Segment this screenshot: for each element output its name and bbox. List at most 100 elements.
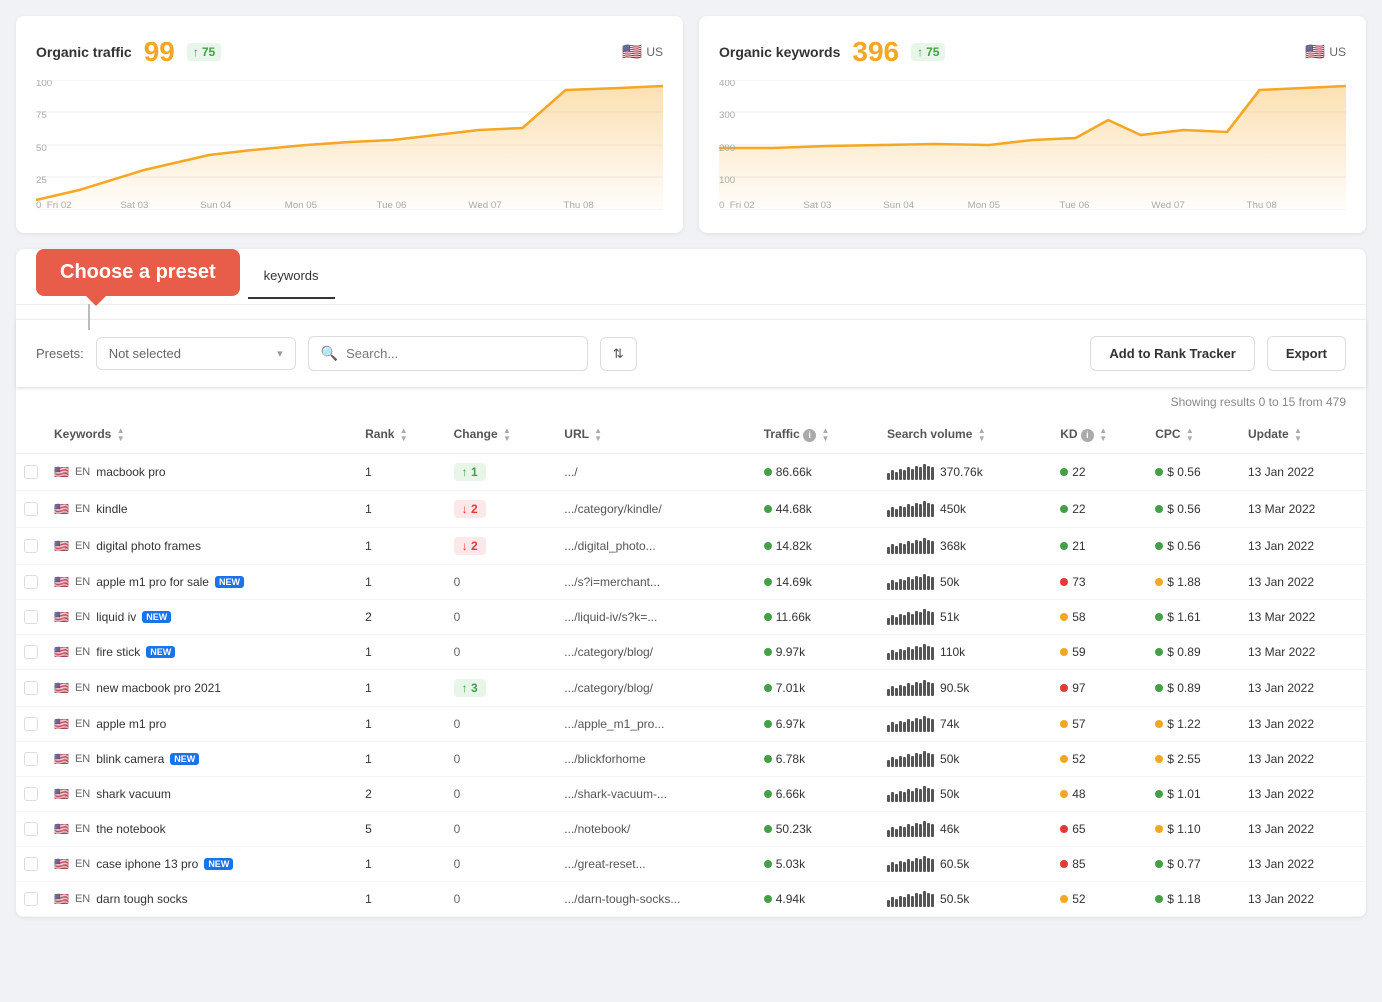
change-zero: 0 (454, 575, 461, 589)
url-cell[interactable]: .../darn-tough-socks... (556, 882, 755, 917)
update-cell: 13 Mar 2022 (1240, 491, 1366, 528)
row-checkbox[interactable] (24, 645, 38, 659)
flag-emoji: 🇺🇸 (54, 645, 69, 659)
rank-cell: 1 (357, 882, 446, 917)
cpc-cell: $ 0.56 (1147, 454, 1240, 491)
svg-text:Thu 08: Thu 08 (564, 200, 594, 210)
sv-cell: 50k (879, 777, 1052, 812)
cpc-cell: $ 1.01 (1147, 777, 1240, 812)
row-checkbox[interactable] (24, 539, 38, 553)
sort-filter-button[interactable]: ⇅ (600, 337, 637, 371)
update-cell: 13 Jan 2022 (1240, 882, 1366, 917)
svg-text:Sat 03: Sat 03 (120, 200, 148, 210)
cpc-value: $ 1.18 (1167, 892, 1200, 906)
url-cell[interactable]: .../liquid-iv/s?k=... (556, 600, 755, 635)
traffic-cell: 7.01k (756, 670, 879, 707)
arrow-up-icon: ↑ (193, 45, 199, 59)
kd-dot (1060, 860, 1068, 868)
kd-info-icon[interactable]: i (1081, 429, 1094, 442)
cpc-dot (1155, 825, 1163, 833)
url-cell[interactable]: .../category/blog/ (556, 635, 755, 670)
row-checkbox[interactable] (24, 857, 38, 871)
url-cell[interactable]: .../category/kindle/ (556, 491, 755, 528)
row-checkbox[interactable] (24, 681, 38, 695)
row-checkbox[interactable] (24, 502, 38, 516)
url-cell[interactable]: .../notebook/ (556, 812, 755, 847)
traffic-value: 50.23k (776, 822, 812, 836)
url-cell[interactable]: .../shark-vacuum-... (556, 777, 755, 812)
cpc-cell: $ 0.56 (1147, 491, 1240, 528)
row-checkbox[interactable] (24, 787, 38, 801)
traffic-info-icon[interactable]: i (803, 429, 816, 442)
table-row: 🇺🇸 EN shark vacuum 20.../shark-vacuum-..… (16, 777, 1366, 812)
flag-emoji: 🇺🇸 (54, 892, 69, 906)
update-cell: 13 Mar 2022 (1240, 635, 1366, 670)
url-cell[interactable]: .../s?i=merchant... (556, 565, 755, 600)
svg-text:Fri 02: Fri 02 (47, 200, 72, 210)
tab-keywords[interactable]: keywords (248, 254, 335, 299)
rank-cell: 1 (357, 635, 446, 670)
kd-dot (1060, 825, 1068, 833)
row-checkbox[interactable] (24, 717, 38, 731)
cpc-value: $ 1.10 (1167, 822, 1200, 836)
url-cell[interactable]: .../category/blog/ (556, 670, 755, 707)
row-checkbox[interactable] (24, 610, 38, 624)
cpc-dot (1155, 720, 1163, 728)
change-cell: 0 (446, 777, 557, 812)
add-to-rank-tracker-button[interactable]: Add to Rank Tracker (1090, 336, 1254, 371)
th-cpc[interactable]: CPC ▲▼ (1147, 417, 1240, 454)
keyword-cell: 🇺🇸 EN blink camera NEW (46, 742, 357, 777)
row-checkbox[interactable] (24, 752, 38, 766)
th-change[interactable]: Change ▲▼ (446, 417, 557, 454)
traffic-value: 14.82k (776, 539, 812, 553)
row-checkbox[interactable] (24, 892, 38, 906)
search-input[interactable] (346, 346, 575, 361)
url-cell[interactable]: .../great-reset... (556, 847, 755, 882)
search-box[interactable]: 🔍 (308, 336, 588, 371)
svg-text:Sat 03: Sat 03 (803, 200, 831, 210)
traffic-cell: 11.66k (756, 600, 879, 635)
th-update[interactable]: Update ▲▼ (1240, 417, 1366, 454)
row-checkbox[interactable] (24, 822, 38, 836)
table-row: 🇺🇸 EN kindle 1↓ 2.../category/kindle/44.… (16, 491, 1366, 528)
th-url[interactable]: URL ▲▼ (556, 417, 755, 454)
row-checkbox[interactable] (24, 465, 38, 479)
svg-text:100: 100 (36, 80, 52, 88)
table-row: 🇺🇸 EN liquid iv NEW 20.../liquid-iv/s?k=… (16, 600, 1366, 635)
kd-dot (1060, 684, 1068, 692)
sv-value: 110k (940, 645, 965, 659)
url-cell[interactable]: .../blickforhome (556, 742, 755, 777)
traffic-dot (764, 825, 772, 833)
keyword-cell: 🇺🇸 EN shark vacuum (46, 777, 357, 812)
cpc-dot (1155, 613, 1163, 621)
kd-value: 48 (1072, 787, 1085, 801)
update-cell: 13 Mar 2022 (1240, 600, 1366, 635)
cpc-cell: $ 1.88 (1147, 565, 1240, 600)
keyword-text: apple m1 pro for sale (96, 575, 209, 589)
th-keywords[interactable]: Keywords ▲▼ (46, 417, 357, 454)
kd-dot (1060, 542, 1068, 550)
url-cell[interactable]: .../digital_photo... (556, 528, 755, 565)
url-cell[interactable]: .../ (556, 454, 755, 491)
url-cell[interactable]: .../apple_m1_pro... (556, 707, 755, 742)
chart-title-traffic: Organic traffic (36, 44, 132, 60)
sort-arrows-rank: ▲▼ (400, 427, 408, 443)
th-traffic[interactable]: Traffic i ▲▼ (756, 417, 879, 454)
kd-cell: 22 (1052, 454, 1147, 491)
kd-dot (1060, 790, 1068, 798)
vol-bar (887, 538, 934, 554)
presets-dropdown[interactable]: Not selected ▾ (96, 337, 296, 370)
keyword-text: blink camera (96, 752, 164, 766)
export-button[interactable]: Export (1267, 336, 1346, 371)
sv-value: 74k (940, 717, 959, 731)
traffic-chart-svg: Fri 02 Sat 03 Sun 04 Mon 05 Tue 06 Wed 0… (36, 80, 663, 210)
th-search-volume[interactable]: Search volume ▲▼ (879, 417, 1052, 454)
th-rank[interactable]: Rank ▲▼ (357, 417, 446, 454)
table-row: 🇺🇸 EN darn tough socks 10.../darn-tough-… (16, 882, 1366, 917)
vol-bar (887, 609, 934, 625)
keyword-cell: 🇺🇸 EN digital photo frames (46, 528, 357, 565)
th-kd[interactable]: KD i ▲▼ (1052, 417, 1147, 454)
cpc-value: $ 0.89 (1167, 645, 1200, 659)
row-checkbox[interactable] (24, 575, 38, 589)
tooltip-text: Choose a preset (60, 261, 216, 283)
